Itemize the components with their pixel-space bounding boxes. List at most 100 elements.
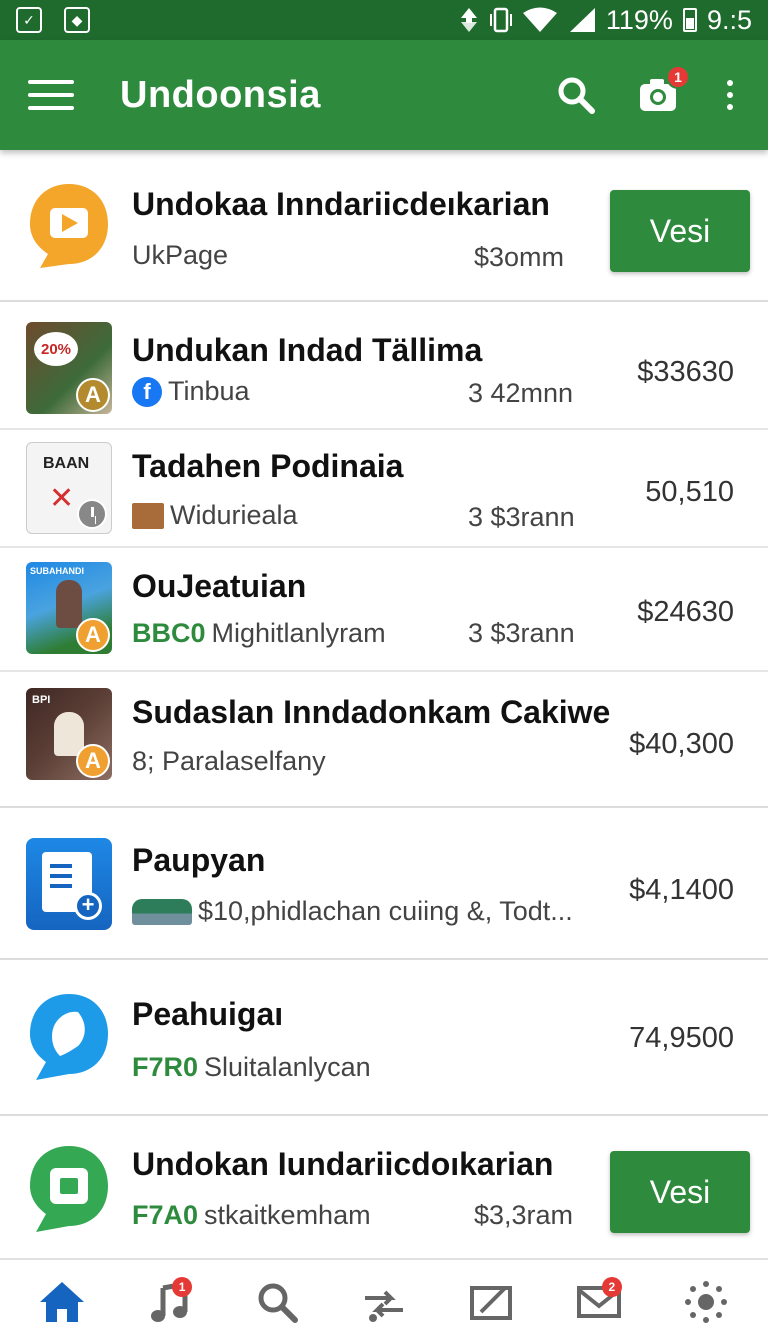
item-price: 50,510: [645, 476, 734, 508]
rating-badge: A: [76, 744, 110, 778]
list-item[interactable]: SUBAHANDI A OuJeatuian BBC0 Mighitlanlyr…: [0, 548, 768, 672]
install-button[interactable]: Vesi: [610, 1151, 750, 1233]
install-button[interactable]: Vesi: [610, 190, 750, 272]
app-bar: Undoonsia 1: [0, 40, 768, 150]
item-thumbnail: 20% A: [26, 322, 112, 414]
item-subtitle-wrap: f Tinbua: [132, 376, 250, 407]
route-icon: [364, 1290, 403, 1322]
item-size: 3 $3rann: [468, 502, 575, 532]
rating-badge: A: [76, 378, 110, 412]
chat-app-icon: [26, 990, 112, 1082]
list-item[interactable]: + Paupyan $10,phidlachan cuiing &, Todt.…: [0, 808, 768, 960]
item-subtitle: Mighitlanlyram: [211, 618, 386, 648]
battery-icon: [682, 8, 697, 32]
image-notification-icon: ◆: [64, 7, 90, 33]
item-size: 3 42mnn: [468, 378, 574, 408]
item-price: $40,300: [629, 728, 734, 760]
search-icon: [558, 77, 595, 114]
source-tag: BBC0: [132, 618, 206, 648]
nav-routes[interactable]: [357, 1275, 411, 1329]
house-icon: [132, 502, 164, 529]
source-tag: F7R0: [132, 1052, 199, 1082]
home-icon: [39, 1282, 84, 1322]
item-size: $3оmm: [474, 242, 565, 272]
item-title: Tadahen Podinaia: [132, 448, 404, 484]
messages-app-icon: [26, 1142, 112, 1234]
mail-badge: 2: [601, 1277, 622, 1297]
item-title: Undokaa Inndariicdeıkarian: [132, 186, 550, 222]
item-subtitle: $10,phidlachan cuiing &, Todt...: [198, 896, 573, 926]
item-price: 74,9500: [629, 1022, 734, 1054]
nav-music[interactable]: 1: [142, 1275, 196, 1329]
item-title: Undokan Iundariicdoıkarian: [132, 1146, 554, 1182]
checkbox-notification-icon: ✓: [16, 7, 42, 33]
clock: 9.:5: [706, 4, 752, 35]
list-item[interactable]: BAAN ✕ Tadahen Podinaia Widurieala 3 $3r…: [0, 430, 768, 548]
vibrate-icon: [489, 7, 512, 33]
item-title: Peahuigaı: [132, 996, 284, 1032]
item-subtitle-wrap: $10,phidlachan cuiing &, Todt...: [132, 896, 573, 927]
thumb-label: BAAN: [43, 455, 90, 472]
x-mark-icon: ✕: [49, 482, 75, 515]
boat-icon: [132, 898, 192, 925]
nav-search[interactable]: [250, 1275, 304, 1329]
list-item[interactable]: Undokaa Inndariicdeıkarian UkPage $3оmm …: [0, 150, 768, 302]
discount-label: 20%: [34, 332, 78, 366]
item-subtitle: Sluitalanlycan: [204, 1052, 371, 1082]
item-price: $33630: [637, 356, 734, 388]
list-item[interactable]: 20% A Undukan Indad Tällima f Tinbua 3 4…: [0, 302, 768, 430]
search-icon: [258, 1283, 298, 1323]
source-tag: F7A0: [132, 1200, 199, 1230]
item-title: Paupyan: [132, 842, 266, 878]
item-subtitle-wrap: F7A0 stkaitkemham: [132, 1200, 371, 1231]
item-subtitle: stkaitkemham: [204, 1200, 371, 1230]
search-button[interactable]: [556, 75, 596, 115]
nav-home[interactable]: [35, 1275, 89, 1329]
item-thumbnail: SUBAHANDI A: [26, 562, 112, 654]
list-item[interactable]: Peahuigaı F7R0 Sluitalanlycan 74,9500: [0, 960, 768, 1116]
wifi-icon: [522, 7, 557, 32]
bottom-nav: 1 2: [0, 1258, 768, 1344]
item-subtitle-wrap: BBC0 Mighitlanlyram: [132, 618, 386, 649]
item-size: 3 $3rann: [468, 618, 575, 648]
nav-mail[interactable]: 2: [572, 1275, 626, 1329]
camera-button[interactable]: 1: [638, 65, 690, 115]
item-list: Undokaa Inndariicdeıkarian UkPage $3оmm …: [0, 150, 768, 1258]
item-price: $4,1400: [629, 874, 734, 906]
nav-settings[interactable]: [679, 1275, 733, 1329]
menu-icon[interactable]: [28, 80, 74, 110]
settings-icon: [685, 1281, 728, 1323]
item-title: Sudaslan Inndadonkam Cakiwe: [132, 694, 611, 730]
item-subtitle: UkPage: [132, 240, 229, 270]
item-subtitle-wrap: Widurieala: [132, 500, 298, 531]
nav-edit[interactable]: [464, 1275, 518, 1329]
item-subtitle: Widurieala: [170, 500, 298, 530]
rating-badge: A: [76, 618, 110, 652]
data-arrows-icon: [460, 8, 477, 32]
docs-app-icon: +: [26, 838, 112, 930]
thumb-label: BPI: [32, 694, 51, 706]
camera-badge: 1: [666, 65, 690, 89]
status-bar: ✓ ◆ 119% 9.:5: [0, 0, 768, 40]
add-icon: +: [74, 892, 102, 920]
item-title: OuJeatuian: [132, 568, 307, 604]
item-subtitle-wrap: F7R0 Sluitalanlycan: [132, 1052, 371, 1083]
facebook-icon: f: [132, 376, 162, 407]
item-size: $3,3ram: [474, 1200, 574, 1230]
app-title: Undoonsia: [120, 73, 321, 116]
signal-icon: [569, 8, 595, 32]
edit-icon: [470, 1286, 513, 1320]
list-item[interactable]: Undokan Iundariicdoıkarian F7A0 stkaitke…: [0, 1116, 768, 1258]
item-subtitle: 8; Paralaselfany: [132, 746, 326, 776]
clock-icon: [77, 499, 107, 529]
item-title: Undukan Indad Tällima: [132, 332, 483, 368]
app-logo: [26, 180, 112, 272]
list-item[interactable]: BPI A Sudaslan Inndadonkam Cakiwe 8; Par…: [0, 672, 768, 808]
music-badge: 1: [172, 1277, 193, 1297]
item-thumbnail: BPI A: [26, 688, 112, 780]
item-thumbnail: BAAN ✕: [26, 442, 112, 534]
more-vert-icon[interactable]: [720, 75, 740, 115]
battery-percent: 119%: [605, 4, 673, 35]
item-price: $24630: [637, 596, 734, 628]
item-subtitle: Tinbua: [168, 376, 250, 406]
